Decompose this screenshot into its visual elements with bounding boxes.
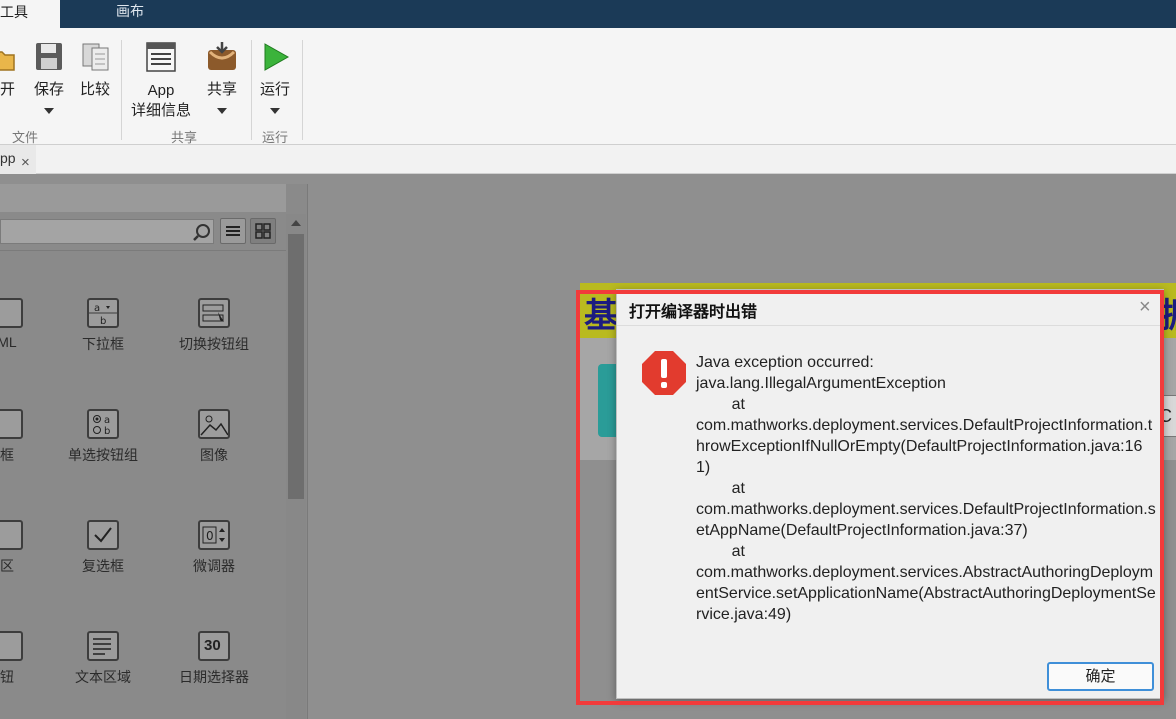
component-label: 切换按钮组 [179, 336, 249, 352]
app-details-button[interactable]: App 详细信息 [128, 42, 194, 122]
library-scrollbar[interactable] [286, 214, 306, 719]
svg-text:b: b [104, 426, 110, 437]
component-label: 微调器 [193, 558, 235, 574]
dialog-titlebar[interactable]: 打开编译器时出错 × [617, 290, 1163, 326]
component-library-panel: ML ab 下拉框 切换按钮组 框 ab 单选按钮组 图像 区 复选框 0 微调… [0, 184, 308, 719]
grid-view-button[interactable] [250, 218, 276, 244]
component-dropdown[interactable]: ab 下拉框 [48, 298, 158, 354]
component-toggle-button-group[interactable]: 切换按钮组 [159, 298, 269, 354]
list-view-button[interactable] [220, 218, 246, 244]
tab-tools[interactable]: 工具 [0, 0, 60, 28]
list-view-icon [226, 226, 240, 236]
group-separator [251, 40, 252, 140]
component-date-picker[interactable]: 30 日期选择器 [159, 631, 269, 687]
toolstrip-ribbon: 开 保存 比较 文件 App 详细信息 共享 共享 运行 运行 [0, 28, 1176, 145]
open-label: 开 [0, 81, 16, 98]
run-button[interactable]: 运行 [256, 42, 294, 122]
component-search-input[interactable] [0, 219, 214, 244]
app-details-icon [146, 42, 176, 78]
share-button[interactable]: 共享 [200, 42, 244, 122]
component-label: 单选按钮组 [68, 447, 138, 463]
group-separator [121, 40, 122, 140]
scrollbar-thumb[interactable] [288, 234, 304, 499]
compare-button[interactable]: 比较 [76, 42, 114, 122]
group-label-run: 运行 [262, 130, 289, 145]
svg-text:a: a [94, 303, 100, 314]
save-button[interactable]: 保存 [30, 42, 68, 122]
component-label: 下拉框 [82, 336, 124, 352]
run-play-icon [262, 42, 290, 78]
compare-label: 比较 [79, 81, 110, 98]
tab-canvas[interactable]: 画布 [116, 0, 144, 28]
dropdown-icon: ab [87, 298, 119, 328]
group-label-share: 共享 [171, 130, 198, 145]
compare-files-icon [81, 42, 111, 78]
date-picker-icon: 30 [198, 631, 230, 661]
app-details-label-line2: 详细信息 [130, 102, 191, 119]
svg-text:b: b [100, 316, 106, 326]
component-radio-button-group[interactable]: ab 单选按钮组 [48, 409, 158, 465]
image-icon [198, 409, 230, 439]
button-icon [0, 631, 23, 661]
component-spinner[interactable]: 0 微调器 [159, 520, 269, 576]
close-icon[interactable]: × [21, 150, 30, 176]
share-label: 共享 [206, 81, 237, 98]
component-label: 图像 [200, 447, 228, 463]
text-area-icon [87, 631, 119, 661]
floppy-disk-icon [35, 42, 63, 78]
error-message: Java exception occurred: java.lang.Illeg… [696, 354, 1156, 623]
share-dropdown-caret[interactable] [217, 108, 227, 114]
html-icon [0, 298, 23, 328]
grid-view-icon [255, 223, 271, 239]
svg-text:a: a [104, 415, 110, 426]
group-separator [302, 40, 303, 140]
app-details-label-line1: App [147, 82, 175, 99]
app-title-text: 基 [584, 296, 618, 336]
search-icon[interactable] [192, 221, 214, 243]
library-divider [0, 250, 286, 280]
run-dropdown-caret[interactable] [270, 108, 280, 114]
error-dialog: 打开编译器时出错 × Java exception occurred: java… [616, 289, 1164, 699]
doc-tab-label: pp [0, 150, 16, 166]
share-box-icon [206, 42, 238, 78]
dialog-title: 打开编译器时出错 [629, 304, 758, 321]
radio-button-group-icon: ab [87, 409, 119, 439]
close-icon[interactable]: × [1139, 296, 1151, 319]
svg-text:0: 0 [206, 529, 214, 543]
component-label: 文本区域 [75, 669, 131, 685]
save-label: 保存 [33, 81, 64, 98]
doc-tab-app[interactable]: pp × [0, 145, 36, 174]
document-tab-bar: pp × [0, 145, 1176, 174]
listbox-icon [0, 409, 23, 439]
library-header [0, 184, 286, 212]
component-checkbox[interactable]: 复选框 [48, 520, 158, 576]
folder-icon [0, 46, 16, 78]
run-label: 运行 [259, 81, 290, 98]
component-text-area[interactable]: 文本区域 [48, 631, 158, 687]
checkbox-icon [87, 520, 119, 550]
error-icon [641, 350, 687, 396]
save-dropdown-caret[interactable] [44, 108, 54, 114]
toggle-button-group-icon [198, 298, 230, 328]
date-picker-icon-text: 30 [204, 637, 221, 654]
group-label-file: 文件 [12, 130, 39, 145]
scroll-up-arrow-icon[interactable] [291, 220, 301, 226]
ok-button[interactable]: 确定 [1047, 662, 1154, 691]
component-label: 日期选择器 [179, 669, 249, 685]
axes-icon [0, 520, 23, 550]
open-button[interactable]: 开 [0, 42, 22, 122]
component-label: 复选框 [82, 558, 124, 574]
component-image[interactable]: 图像 [159, 409, 269, 465]
spinner-icon: 0 [198, 520, 230, 550]
app-tab-strip: 工具 画布 [0, 0, 1176, 28]
